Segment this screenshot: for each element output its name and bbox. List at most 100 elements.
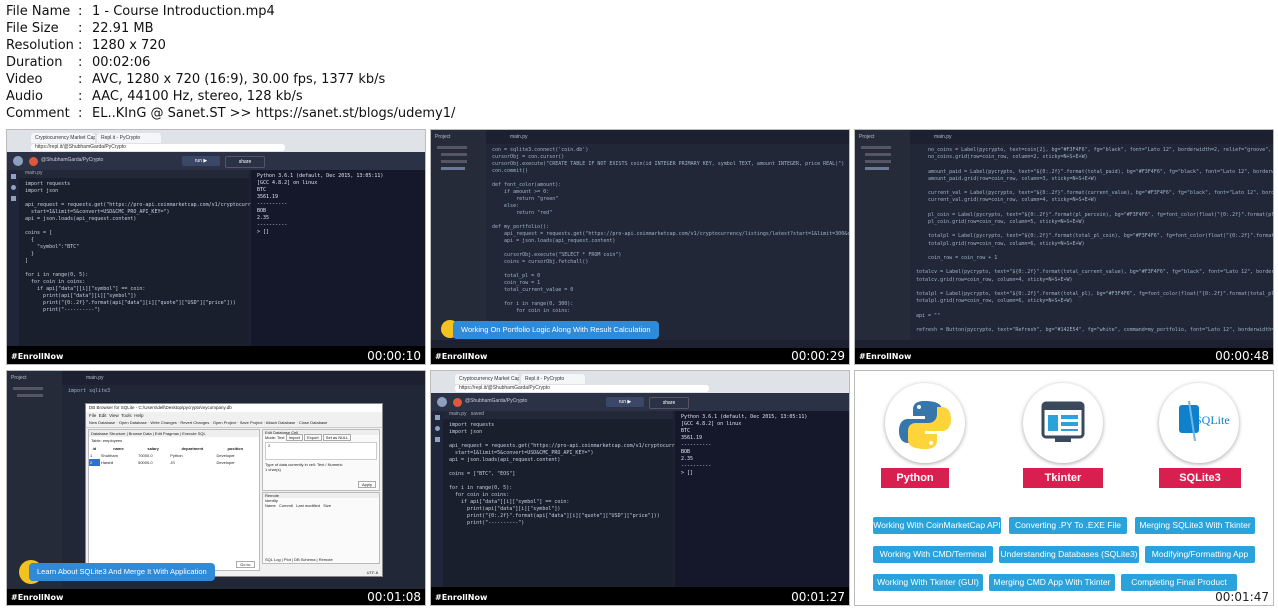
- info-value: 1280 x 720: [92, 38, 166, 53]
- editor-tab[interactable]: main.py saved: [443, 411, 673, 419]
- window-icon: [1041, 401, 1085, 442]
- column-header[interactable]: name: [100, 445, 137, 452]
- settings-icon[interactable]: [10, 185, 16, 190]
- bottom-tab[interactable]: DB Schema: [294, 557, 315, 562]
- column-header[interactable]: salary: [137, 445, 169, 452]
- column-header[interactable]: id: [89, 445, 100, 452]
- db-browser-window[interactable]: DB Browser for SQLite - C:\Users\dell\De…: [85, 403, 383, 577]
- db-tab[interactable]: Execute SQL: [182, 431, 206, 436]
- toolbar-button[interactable]: Attach Database: [266, 420, 296, 425]
- bottom-tab[interactable]: Remote: [319, 557, 333, 562]
- table-selector[interactable]: Table: employees: [89, 437, 259, 445]
- feature-tag: Converting .PY To .EXE File: [1009, 517, 1127, 534]
- run-button[interactable]: run ▶: [182, 156, 220, 166]
- menu-item[interactable]: View: [109, 413, 119, 418]
- video-thumbnail-3[interactable]: Project main.py no_coins = Label(pycrypt…: [854, 129, 1274, 365]
- browser-tab[interactable]: Repl.it - PyCrypto: [521, 374, 585, 384]
- table-row[interactable]: 2 Harshil 50000.0 JS Developer: [89, 459, 255, 466]
- package-icon[interactable]: [10, 196, 16, 201]
- code-editor[interactable]: no_coins = Label(pycrypto, text=coin[2],…: [910, 144, 1273, 348]
- video-thumbnail-6[interactable]: Python Tkinter SQLite SQLite3 Working Wi…: [854, 370, 1274, 606]
- video-thumbnail-1[interactable]: Cryptocurrency Market Capitali Repl.it -…: [6, 129, 426, 365]
- code-editor[interactable]: con = sqlite3.connect('coin.db') cursorO…: [486, 144, 849, 348]
- table-select[interactable]: employees: [103, 438, 122, 443]
- db-tab[interactable]: Database Structure: [91, 431, 125, 436]
- table-cell[interactable]: Python: [169, 452, 215, 459]
- toolbar-button[interactable]: Save Project: [240, 420, 263, 425]
- cell-info: Type of data currently in cell: Text / N…: [265, 462, 343, 472]
- table-cell[interactable]: Harshil: [100, 459, 137, 466]
- share-button[interactable]: share: [649, 397, 689, 409]
- editor-tab[interactable]: main.py: [62, 371, 425, 381]
- menu-item[interactable]: Help: [134, 413, 143, 418]
- goto-button[interactable]: Go to:: [236, 561, 255, 568]
- files-icon[interactable]: [10, 174, 16, 179]
- menu-item[interactable]: File: [89, 413, 96, 418]
- package-icon[interactable]: [434, 437, 440, 442]
- edit-cell-toolbar: Mode: Text Import Export Set as NULL: [263, 434, 379, 441]
- set-null-button[interactable]: Set as NULL: [322, 434, 352, 441]
- table-cell[interactable]: Developer: [216, 452, 255, 459]
- video-thumbnail-5[interactable]: Cryptocurrency Market Capitali Repl.it -…: [430, 370, 850, 606]
- url-bar[interactable]: https://repl.it/@ShubhamGarda/PyCrypto: [31, 144, 285, 151]
- table-label: Table:: [91, 438, 102, 443]
- editor-tab[interactable]: main.py: [486, 130, 849, 140]
- toolbar-button[interactable]: Revert Changes: [180, 420, 209, 425]
- apply-button[interactable]: Apply: [357, 481, 376, 488]
- tree-item: [441, 153, 467, 156]
- timestamp: 00:01:47: [1215, 590, 1269, 604]
- table-cell[interactable]: JS: [169, 459, 215, 466]
- toolbar-button[interactable]: Close Database: [299, 420, 327, 425]
- code-text: import requests import json api_request …: [449, 422, 738, 526]
- table-cell[interactable]: 70000.0: [137, 452, 169, 459]
- code-editor[interactable]: main.py import requests import json api_…: [19, 170, 314, 346]
- tree-item: [441, 160, 467, 163]
- console-output[interactable]: Python 3.6.1 (default, Dec 2015, 13:05:1…: [251, 170, 425, 346]
- url-bar[interactable]: https://repl.it/@ShubhamGarda/PyCrypto: [455, 385, 709, 392]
- cell-editor[interactable]: 2: [265, 442, 377, 460]
- table-cell-selected[interactable]: 2: [89, 459, 100, 466]
- column-header[interactable]: department: [169, 445, 215, 452]
- table-cell[interactable]: Developer: [216, 459, 255, 466]
- bottom-tab[interactable]: SQL Log: [265, 557, 281, 562]
- video-thumbnail-2[interactable]: Project main.py con = sqlite3.connect('c…: [430, 129, 850, 365]
- db-tab[interactable]: Edit Pragmas: [155, 431, 179, 436]
- column-header: Commit: [279, 503, 293, 508]
- browser-tab[interactable]: Repl.it - PyCrypto: [97, 133, 161, 143]
- feature-tag: Completing Final Product: [1121, 574, 1237, 591]
- table-cell[interactable]: Shubham: [100, 452, 137, 459]
- browser-tab[interactable]: Cryptocurrency Market Capitali: [31, 133, 95, 143]
- share-button[interactable]: share: [225, 156, 265, 168]
- console-output[interactable]: Python 3.6.1 (default, Dec 2015, 13:05:1…: [675, 411, 849, 587]
- timestamp: 00:00:48: [1215, 349, 1269, 363]
- menu-item[interactable]: Edit: [99, 413, 107, 418]
- bottom-tab[interactable]: Plot: [284, 557, 291, 562]
- code-editor[interactable]: main.py saved import requests import jso…: [443, 411, 738, 587]
- project-panel: Project: [855, 130, 910, 348]
- files-icon[interactable]: [434, 415, 440, 420]
- editor-tab[interactable]: main.py: [910, 130, 1273, 140]
- table-row[interactable]: 1 Shubham 70000.0 Python Developer: [89, 452, 255, 459]
- db-tab[interactable]: Browse Data: [129, 431, 152, 436]
- enroll-label: #EnrollNow: [435, 352, 488, 361]
- browser-tab[interactable]: Cryptocurrency Market Capitali: [455, 374, 519, 384]
- mode-select[interactable]: Text: [277, 435, 284, 440]
- export-button[interactable]: Export: [304, 434, 322, 441]
- column-header: Size: [323, 503, 332, 508]
- settings-icon[interactable]: [434, 426, 440, 431]
- info-separator: :: [78, 106, 83, 121]
- file-info-row: File Size:22.91 MB: [6, 20, 455, 37]
- column-header[interactable]: position: [216, 445, 255, 452]
- toolbar-button[interactable]: New Database: [89, 420, 115, 425]
- editor-tab[interactable]: main.py: [19, 170, 249, 178]
- toolbar-button[interactable]: Open Database: [119, 420, 147, 425]
- video-thumbnail-4[interactable]: Project main.py import sqlite3 DB Browse…: [6, 370, 426, 606]
- run-button[interactable]: run ▶: [606, 397, 644, 407]
- toolbar-button[interactable]: Open Project: [213, 420, 236, 425]
- menu-item[interactable]: Tools: [121, 413, 132, 418]
- thumb-footer: [855, 348, 1273, 364]
- toolbar-button[interactable]: Write Changes: [150, 420, 176, 425]
- table-cell[interactable]: 50000.0: [137, 459, 169, 466]
- table-cell[interactable]: 1: [89, 452, 100, 459]
- import-button[interactable]: Import: [285, 434, 303, 441]
